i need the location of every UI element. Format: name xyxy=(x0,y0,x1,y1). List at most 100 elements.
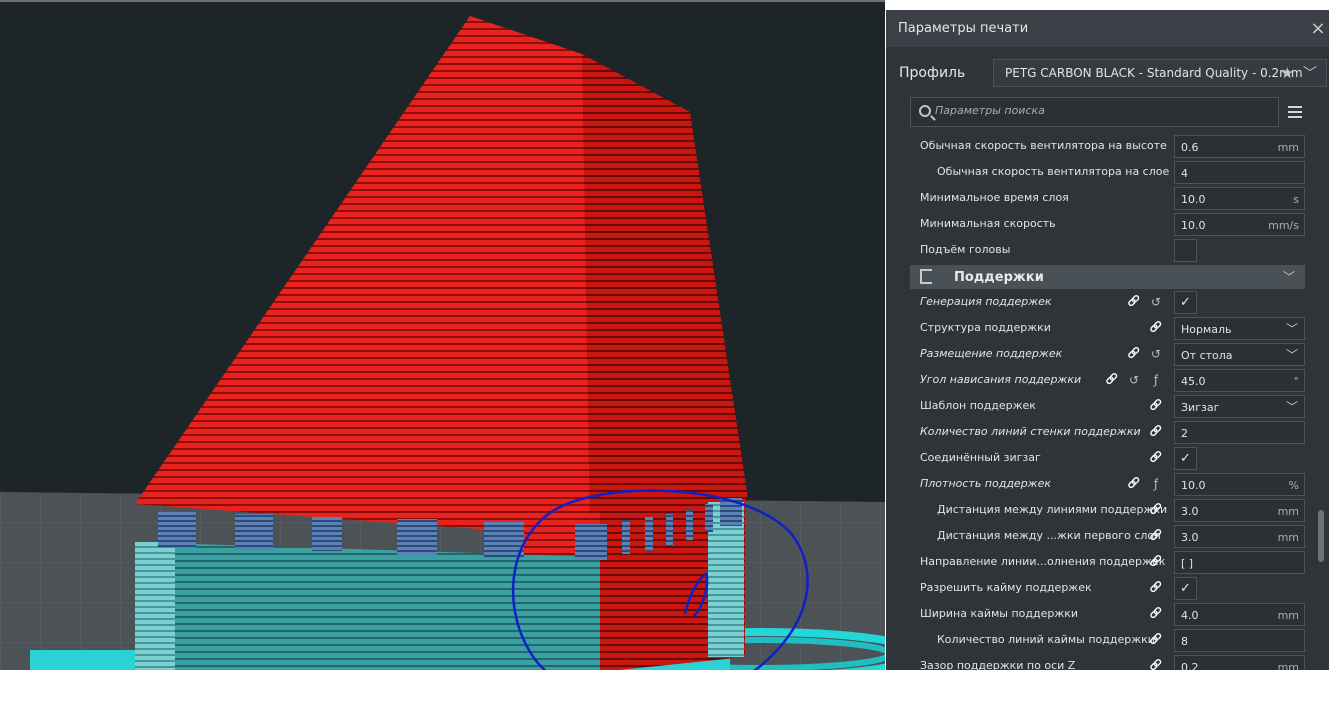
setting-unit: mm xyxy=(1277,609,1299,622)
setting-label: Соединённый зигзаг xyxy=(920,451,1041,464)
setting-label: Обычная скорость вентилятора на высоте xyxy=(920,139,1167,152)
setting-dropdown[interactable]: Нормаль ﹀ xyxy=(1174,317,1305,340)
setting-unit: % xyxy=(1288,479,1299,492)
panel-title: Параметры печати xyxy=(898,21,1029,36)
setting-row: Дистанция между ...жки первого слоя 🔗 3.0 m… xyxy=(886,524,1306,550)
setting-value: От стола xyxy=(1181,349,1233,362)
setting-label: Ширина каймы поддержки xyxy=(920,607,1079,620)
setting-row: Подъём головы xyxy=(886,238,1306,264)
link-icon[interactable]: 🔗 xyxy=(1148,398,1164,414)
setting-label: Плотность поддержек xyxy=(920,477,1052,490)
setting-row: Обычная скорость вентилятора на слое 4 xyxy=(886,160,1306,186)
link-icon[interactable]: 🔗 xyxy=(1148,580,1164,596)
profile-select[interactable]: PETG CARBON BLACK - Standard Quality - 0… xyxy=(993,59,1327,87)
3d-viewport[interactable] xyxy=(0,0,885,670)
search-icon xyxy=(919,105,931,117)
setting-value: 10.0 xyxy=(1181,479,1206,492)
link-icon[interactable]: 🔗 xyxy=(1148,632,1164,648)
setting-checkbox[interactable]: ✓ xyxy=(1174,577,1197,600)
setting-row: Количество линий стенки поддержки 🔗 2 xyxy=(886,420,1306,446)
setting-checkbox[interactable]: ✓ xyxy=(1174,447,1197,470)
setting-value: 10.0 xyxy=(1181,193,1206,206)
function-icon[interactable]: ƒ xyxy=(1148,476,1164,492)
setting-field[interactable]: 3.0 mm xyxy=(1174,499,1305,522)
profile-value: PETG CARBON BLACK - Standard Quality - 0… xyxy=(1005,66,1303,80)
setting-value: [ ] xyxy=(1181,557,1194,570)
setting-field[interactable]: 3.0 mm xyxy=(1174,525,1305,548)
setting-field[interactable]: 10.0 s xyxy=(1174,187,1305,210)
setting-value: 4 xyxy=(1181,167,1188,180)
setting-label: Структура поддержки xyxy=(920,321,1051,334)
chevron-down-icon: ﹀ xyxy=(1282,270,1295,284)
setting-field[interactable]: 2 xyxy=(1174,421,1305,444)
setting-label: Угол нависания поддержки xyxy=(920,373,1082,386)
setting-unit: mm xyxy=(1277,661,1299,670)
app-root: { "panel": { "title": "Параметры печати"… xyxy=(0,0,1329,711)
setting-value: 3.0 xyxy=(1181,531,1199,544)
panel-header: Параметры печати × xyxy=(886,10,1329,47)
setting-row: Соединённый зигзаг 🔗 ✓ xyxy=(886,446,1306,472)
setting-field[interactable]: 0.2 mm xyxy=(1174,655,1305,670)
link-icon[interactable]: 🔗 xyxy=(1104,372,1120,388)
setting-row: Количество линий каймы поддержки 🔗 8 xyxy=(886,628,1306,654)
search-input[interactable] xyxy=(935,104,1265,117)
setting-value: 45.0 xyxy=(1181,375,1206,388)
setting-value: Зигзаг xyxy=(1181,401,1220,414)
settings-list: Обычная скорость вентилятора на высоте 0.… xyxy=(886,134,1329,670)
setting-field[interactable]: 10.0 mm/s xyxy=(1174,213,1305,236)
setting-value: Нормаль xyxy=(1181,323,1232,336)
link-icon[interactable]: 🔗 xyxy=(1148,502,1164,518)
link-icon[interactable]: 🔗 xyxy=(1148,528,1164,544)
link-icon[interactable]: 🔗 xyxy=(1126,476,1142,492)
setting-label: Размещение поддержек xyxy=(920,347,1063,360)
link-icon[interactable]: 🔗 xyxy=(1148,606,1164,622)
setting-unit: s xyxy=(1293,193,1299,206)
setting-label: Количество линий каймы поддержки xyxy=(937,633,1155,646)
setting-row: Разрешить кайму поддержек 🔗 ✓ xyxy=(886,576,1306,602)
reset-icon[interactable]: ↺ xyxy=(1148,294,1164,310)
link-icon[interactable]: 🔗 xyxy=(1126,294,1142,310)
setting-label: Дистанция между линиями поддержки xyxy=(937,503,1168,516)
setting-dropdown[interactable]: Зигзаг ﹀ xyxy=(1174,395,1305,418)
reset-icon[interactable]: ↺ xyxy=(1148,346,1164,362)
setting-row: Плотность поддержек 🔗 ƒ 10.0% xyxy=(886,472,1306,498)
link-icon[interactable]: 🔗 xyxy=(1148,450,1164,466)
close-icon[interactable]: × xyxy=(1307,15,1329,41)
menu-icon[interactable] xyxy=(1288,106,1302,118)
section-header-supports[interactable]: Поддержки ﹀ xyxy=(910,265,1305,289)
setting-field[interactable]: 0.6 mm xyxy=(1174,135,1305,158)
scrollbar[interactable] xyxy=(1318,510,1324,562)
chevron-down-icon: ﹀ xyxy=(1285,322,1298,336)
setting-field[interactable]: 45.0 ° xyxy=(1174,369,1305,392)
setting-row: Дистанция между линиями поддержки 🔗 3.0 mm xyxy=(886,498,1306,524)
chevron-down-icon: ﹀ xyxy=(1285,400,1298,414)
model-render xyxy=(0,16,885,670)
setting-field[interactable]: 4 xyxy=(1174,161,1305,184)
setting-field[interactable]: 4.0 mm xyxy=(1174,603,1305,626)
search-box[interactable] xyxy=(910,97,1279,127)
setting-label: Направление линии...олнения поддержек xyxy=(920,555,1166,568)
setting-unit: ° xyxy=(1293,375,1300,388)
setting-label: Зазор поддержки по оси Z xyxy=(920,659,1076,670)
setting-value: 10.0 xyxy=(1181,219,1206,232)
setting-field[interactable]: [ ] xyxy=(1174,551,1305,574)
link-icon[interactable]: 🔗 xyxy=(1148,424,1164,440)
link-icon[interactable]: 🔗 xyxy=(1148,554,1164,570)
setting-label: Минимальное время слоя xyxy=(920,191,1069,204)
setting-label: Шаблон поддержек xyxy=(920,399,1036,412)
reset-icon[interactable]: ↺ xyxy=(1126,372,1142,388)
function-icon[interactable]: ƒ xyxy=(1148,372,1164,388)
setting-field[interactable]: 10.0% xyxy=(1174,473,1305,496)
link-icon[interactable]: 🔗 xyxy=(1126,346,1142,362)
setting-value: 0.6 xyxy=(1181,141,1199,154)
setting-field[interactable]: 8 xyxy=(1174,629,1305,652)
setting-checkbox[interactable] xyxy=(1174,239,1197,262)
setting-unit: mm xyxy=(1277,505,1299,518)
setting-unit: mm xyxy=(1277,141,1299,154)
support-icon xyxy=(920,269,932,284)
link-icon[interactable]: 🔗 xyxy=(1148,658,1164,670)
star-icon[interactable]: ★ xyxy=(1281,64,1294,82)
link-icon[interactable]: 🔗 xyxy=(1148,320,1164,336)
setting-dropdown[interactable]: От стола ﹀ xyxy=(1174,343,1305,366)
setting-checkbox[interactable]: ✓ xyxy=(1174,291,1197,314)
